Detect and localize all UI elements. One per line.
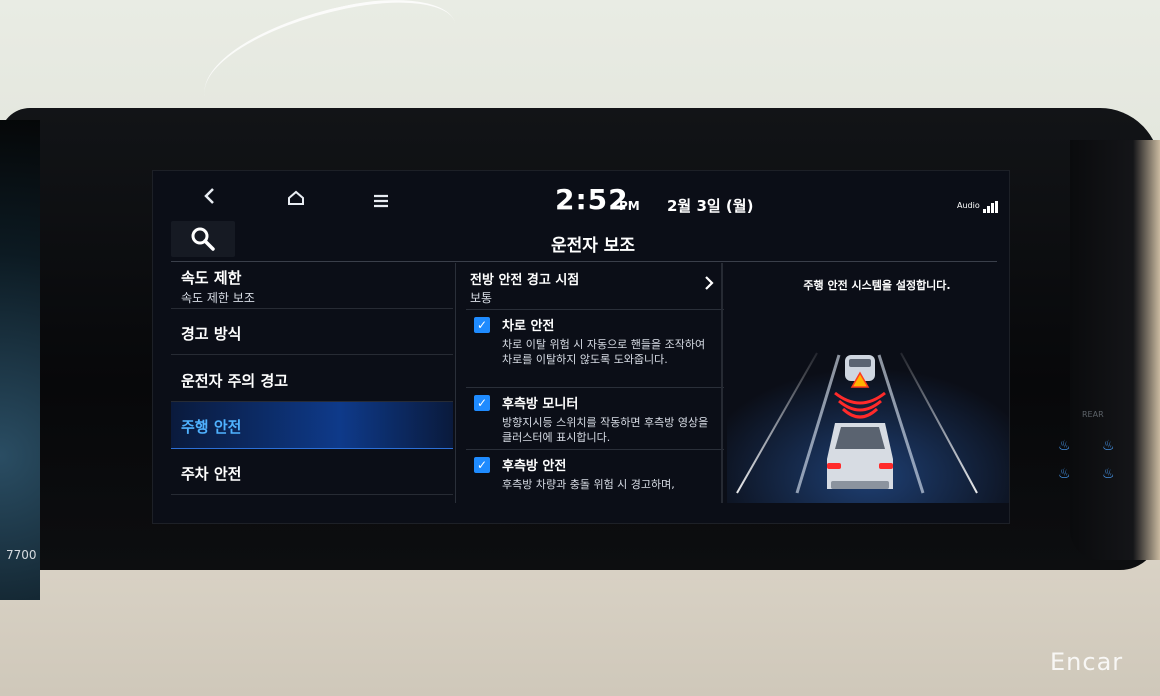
date-label: 2월 3일 (월) — [667, 197, 754, 215]
search-icon — [191, 227, 215, 251]
instrument-cluster-edge — [0, 120, 40, 600]
divider — [171, 261, 997, 262]
forward-warning-value: 보통 — [470, 291, 493, 305]
menu-item-label: 주차 안전 — [181, 465, 242, 483]
clock-time: 2:52 — [555, 183, 629, 216]
page-title: 운전자 보조 — [550, 236, 636, 256]
menu-item-driving-safety[interactable]: 주행 안전 — [171, 402, 453, 449]
infotainment-screen: 2:52 PM 2월 3일 (월) Audio 운전자 보조 속도 제한 속도 … — [152, 170, 1010, 524]
settings-menu: 속도 제한 속도 제한 보조 경고 방식 운전자 주의 경고 주행 안전 주차 … — [171, 263, 453, 503]
status-bar: 2:52 PM 2월 3일 (월) Audio — [153, 171, 1009, 217]
option-title: 차로 안전 — [502, 319, 555, 334]
menu-item-warning-method[interactable]: 경고 방식 — [171, 309, 453, 355]
center-console-trim — [1070, 140, 1160, 560]
menu-item-speed-limit[interactable]: 속도 제한 속도 제한 보조 — [171, 263, 453, 309]
seat-vent-front-icon[interactable]: ♨ — [1102, 438, 1115, 454]
cluster-rpm-label: 7700 — [6, 548, 37, 562]
divider — [466, 387, 724, 388]
forward-warning-timing-row[interactable]: 전방 안전 경고 시점 보통 — [456, 263, 725, 309]
clock-ampm: PM — [619, 199, 640, 213]
seat-heat-front-icon[interactable]: ♨ — [1058, 438, 1071, 454]
car-lane-graphic — [727, 323, 1009, 503]
chevron-right-icon — [704, 275, 714, 296]
watermark: Encar — [1050, 648, 1124, 676]
signal-strength-icon — [983, 201, 999, 213]
back-chevron-icon[interactable] — [203, 187, 217, 208]
divider — [466, 449, 724, 450]
option-description: 차로 이탈 위험 시 자동으로 핸들을 조작하여 차로를 이탈하지 않도록 도와… — [502, 338, 706, 366]
search-button[interactable] — [171, 221, 235, 257]
option-description: 후측방 차량과 충돌 위험 시 경고하며, — [502, 478, 675, 491]
seat-vent-rear-icon[interactable]: ♨ — [1102, 466, 1115, 482]
option-description: 방향지시등 스위치를 작동하면 후측방 영상을 클러스터에 표시합니다. — [502, 416, 709, 444]
scrollbar[interactable] — [721, 263, 723, 503]
driving-safety-illustration: 주행 안전 시스템을 설정합니다. — [727, 263, 1009, 503]
option-title: 후측방 안전 — [502, 459, 567, 474]
lane-safety-checkbox[interactable]: ✓ — [474, 317, 490, 333]
blind-spot-monitor-checkbox[interactable]: ✓ — [474, 395, 490, 411]
audio-label: Audio — [957, 201, 980, 210]
options-panel: 전방 안전 경고 시점 보통 ✓ 차로 안전 차로 이탈 위험 시 자동으로 핸… — [455, 263, 725, 503]
menu-item-label: 경고 방식 — [181, 325, 242, 343]
menu-item-label: 운전자 주의 경고 — [181, 372, 289, 390]
dashboard-lower-panel — [0, 560, 1160, 696]
option-title: 후측방 모니터 — [502, 397, 579, 412]
seat-heat-rear-icon[interactable]: ♨ — [1058, 466, 1071, 482]
blind-spot-safety-checkbox[interactable]: ✓ — [474, 457, 490, 473]
menu-item-label: 주행 안전 — [181, 418, 242, 436]
home-icon[interactable] — [287, 189, 305, 209]
rear-label: REAR — [1082, 410, 1104, 419]
forward-warning-title: 전방 안전 경고 시점 — [470, 273, 580, 288]
hamburger-menu-icon[interactable] — [373, 191, 389, 211]
divider — [466, 309, 724, 310]
menu-item-sublabel: 속도 제한 보조 — [181, 291, 255, 305]
menu-item-label: 속도 제한 — [181, 269, 242, 287]
menu-item-parking-safety[interactable]: 주차 안전 — [171, 449, 453, 495]
menu-item-driver-attention[interactable]: 운전자 주의 경고 — [171, 355, 453, 402]
